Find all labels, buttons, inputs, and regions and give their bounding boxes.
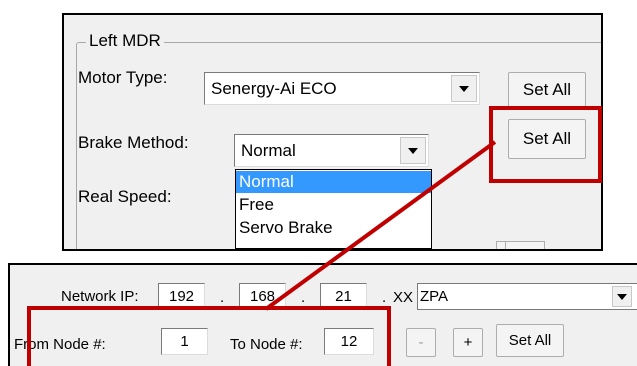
- callout-connector: [264, 140, 497, 311]
- callout-line: [264, 140, 497, 311]
